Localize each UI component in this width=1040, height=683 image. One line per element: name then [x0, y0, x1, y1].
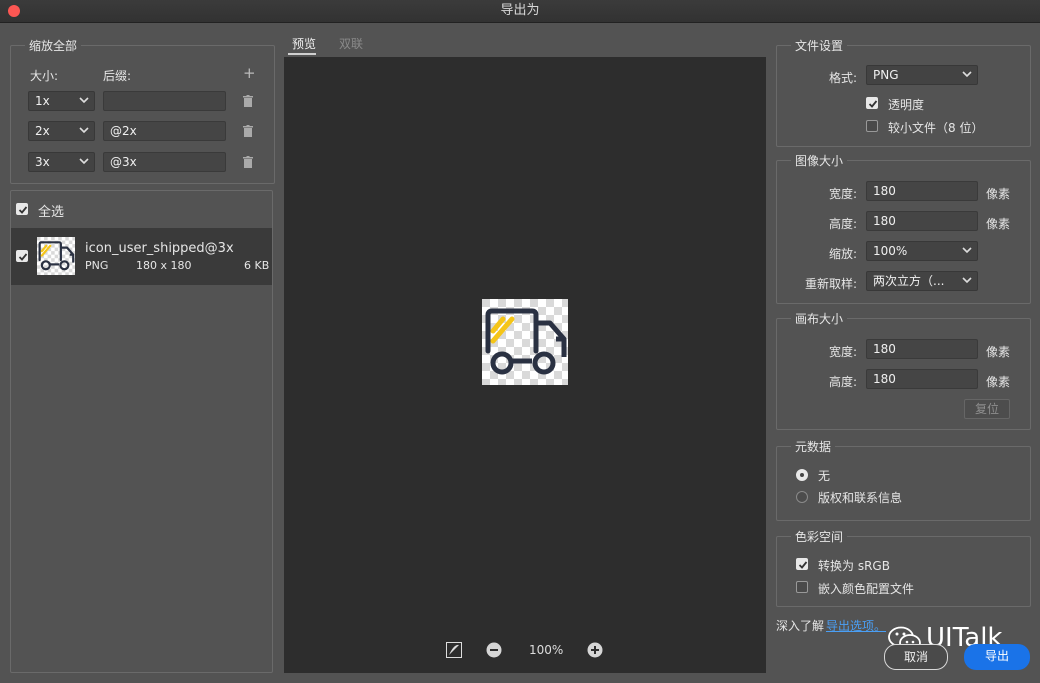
check-icon — [798, 561, 808, 569]
image-width-value: 180 — [873, 184, 896, 198]
chevron-down-icon — [79, 158, 89, 165]
tab-2up[interactable]: 双联 — [339, 35, 363, 52]
export-button[interactable]: 导出 — [964, 644, 1030, 670]
image-height-label: 高度: — [829, 217, 858, 231]
resample-value: 两次立方（... — [873, 274, 945, 288]
metadata-copyright-radio[interactable] — [796, 491, 808, 503]
convert-srgb-checkbox[interactable] — [796, 558, 808, 570]
tab-preview[interactable]: 预览 — [292, 35, 316, 52]
canvas-width-value: 180 — [873, 342, 896, 356]
embed-profile-label: 嵌入颜色配置文件 — [818, 582, 915, 596]
scale-size-select-2[interactable]: 2x — [28, 121, 95, 141]
zoom-out-icon[interactable] — [486, 642, 502, 658]
format-select[interactable]: PNG — [866, 65, 978, 85]
check-icon — [18, 253, 28, 261]
smaller-file-label: 较小文件（8 位） — [888, 121, 984, 135]
asset-list-item[interactable]: icon_user_shipped@3x PNG 180 x 180 6 KB — [11, 228, 272, 285]
asset-item-checkbox[interactable] — [16, 250, 28, 262]
trash-icon[interactable] — [243, 95, 253, 107]
format-label: 格式: — [829, 71, 858, 85]
image-width-unit: 像素 — [986, 187, 1011, 201]
canvas-height-value: 180 — [873, 372, 896, 386]
tab-preview-underline — [288, 53, 316, 55]
image-height-value: 180 — [873, 214, 896, 228]
scale-suffix-input-2[interactable]: @2x — [103, 121, 226, 141]
trash-icon[interactable] — [243, 156, 253, 168]
convert-srgb-label: 转换为 sRGB — [818, 559, 890, 573]
transparency-checkbox[interactable] — [866, 97, 878, 109]
scale-size-value: 3x — [35, 155, 50, 169]
add-scale-icon[interactable]: + — [243, 64, 256, 82]
scale-size-value: 1x — [35, 94, 50, 108]
chevron-down-icon — [962, 277, 972, 284]
asset-file-size: 6 KB — [244, 259, 270, 272]
file-settings-legend: 文件设置 — [791, 37, 848, 54]
format-value: PNG — [873, 68, 899, 82]
window-title: 导出为 — [500, 3, 540, 18]
image-width-label: 宽度: — [829, 187, 858, 201]
image-height-unit: 像素 — [986, 217, 1011, 231]
resample-select[interactable]: 两次立方（... — [866, 271, 978, 291]
toggle-background-icon[interactable] — [446, 642, 462, 658]
asset-name: icon_user_shipped@3x — [85, 241, 234, 256]
canvas-size-legend: 画布大小 — [791, 310, 848, 327]
color-space-legend: 色彩空间 — [791, 528, 848, 545]
scale-size-select-1[interactable]: 1x — [28, 91, 95, 111]
scale-size-value: 2x — [35, 124, 50, 138]
zoom-level: 100% — [529, 643, 564, 657]
metadata-copyright-label: 版权和联系信息 — [818, 491, 903, 505]
scale-suffix-input-1[interactable] — [103, 91, 226, 111]
canvas-width-input[interactable]: 180 — [866, 339, 978, 359]
metadata-legend: 元数据 — [791, 438, 836, 455]
embed-profile-checkbox[interactable] — [796, 581, 808, 593]
zoom-in-icon[interactable] — [587, 642, 603, 658]
scale-suffix-value: @3x — [110, 155, 137, 169]
scale-suffix-value: @2x — [110, 124, 137, 138]
image-height-input[interactable]: 180 — [866, 211, 978, 231]
chevron-down-icon — [962, 247, 972, 254]
smaller-file-checkbox[interactable] — [866, 120, 878, 132]
metadata-group: 元数据 — [776, 438, 1031, 521]
scale-suffix-input-3[interactable]: @3x — [103, 152, 226, 172]
reset-label: 复位 — [974, 402, 999, 416]
export-label: 导出 — [984, 649, 1009, 663]
canvas-width-unit: 像素 — [986, 345, 1011, 359]
scale-all-legend: 缩放全部 — [25, 37, 82, 54]
resample-label: 重新取样: — [805, 277, 858, 291]
check-icon — [868, 100, 878, 108]
reset-button[interactable]: 复位 — [964, 399, 1010, 419]
asset-dimensions: 180 x 180 — [136, 259, 192, 272]
cancel-button[interactable]: 取消 — [884, 644, 948, 670]
metadata-none-radio[interactable] — [796, 469, 808, 481]
trash-icon[interactable] — [243, 125, 253, 137]
select-all-checkbox[interactable] — [16, 203, 28, 215]
close-window-button[interactable] — [8, 5, 20, 17]
chevron-down-icon — [962, 71, 972, 78]
scale-select[interactable]: 100% — [866, 241, 978, 261]
canvas-height-input[interactable]: 180 — [866, 369, 978, 389]
scale-value: 100% — [873, 244, 908, 258]
select-all-label: 全选 — [38, 205, 65, 220]
preview-truck-image — [482, 299, 568, 385]
scale-size-select-3[interactable]: 3x — [28, 152, 95, 172]
chevron-down-icon — [79, 97, 89, 104]
cancel-label: 取消 — [903, 650, 928, 664]
canvas-height-label: 高度: — [829, 375, 858, 389]
transparency-label: 透明度 — [888, 98, 925, 112]
image-width-input[interactable]: 180 — [866, 181, 978, 201]
title-bar: 导出为 — [0, 0, 1040, 23]
check-icon — [18, 206, 28, 214]
metadata-none-label: 无 — [818, 469, 831, 483]
learn-more-label: 深入了解 — [776, 619, 825, 633]
canvas-height-unit: 像素 — [986, 375, 1011, 389]
scale-label: 缩放: — [829, 247, 858, 261]
size-column-label: 大小: — [30, 69, 59, 83]
canvas-width-label: 宽度: — [829, 345, 858, 359]
asset-format: PNG — [85, 259, 109, 272]
export-options-link[interactable]: 导出选项。 — [826, 617, 886, 634]
suffix-column-label: 后缀: — [103, 69, 132, 83]
asset-thumbnail-truck-icon — [37, 237, 75, 275]
image-size-legend: 图像大小 — [791, 152, 848, 169]
chevron-down-icon — [79, 127, 89, 134]
